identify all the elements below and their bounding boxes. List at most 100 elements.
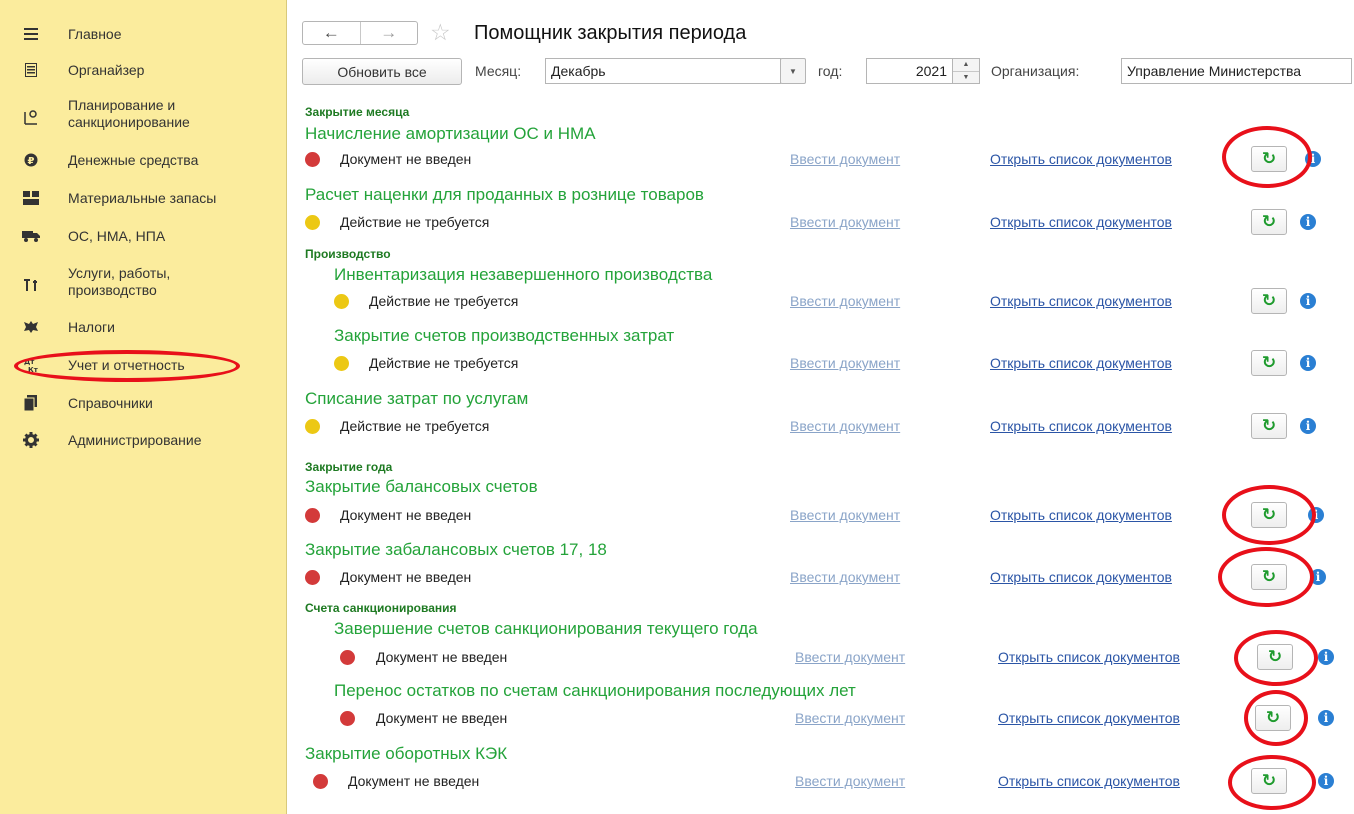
enter-document-link[interactable]: Ввести документ: [790, 418, 900, 434]
spin-down-icon[interactable]: ▼: [953, 72, 979, 84]
sidebar-item-money[interactable]: ₽ Денежные средства: [0, 151, 280, 169]
refresh-button[interactable]: ↻: [1251, 350, 1287, 376]
enter-document-link[interactable]: Ввести документ: [795, 649, 905, 665]
task-title[interactable]: Перенос остатков по счетам санкционирова…: [334, 681, 856, 701]
enter-document-link[interactable]: Ввести документ: [795, 773, 905, 789]
open-documents-list-link[interactable]: Открыть список документов: [998, 773, 1180, 789]
task-title[interactable]: Закрытие счетов производственных затрат: [334, 326, 674, 346]
task-title[interactable]: Списание затрат по услугам: [305, 389, 528, 409]
info-icon[interactable]: i: [1318, 773, 1334, 789]
refresh-icon: ↻: [1261, 149, 1277, 168]
refresh-icon: ↻: [1265, 708, 1281, 727]
sidebar-item-accounting[interactable]: Дт Кт Учет и отчетность: [0, 356, 280, 374]
refresh-icon: ↻: [1261, 212, 1277, 231]
refresh-icon: ↻: [1261, 771, 1277, 790]
organization-field[interactable]: Управление Министерства: [1121, 58, 1352, 84]
task-title[interactable]: Инвентаризация незавершенного производст…: [334, 265, 712, 285]
services-icon: [22, 276, 40, 294]
info-icon[interactable]: i: [1300, 214, 1316, 230]
enter-document-link[interactable]: Ввести документ: [790, 569, 900, 585]
refresh-button[interactable]: ↻: [1251, 288, 1287, 314]
task-status: Документ не введен: [376, 710, 508, 726]
task-title[interactable]: Начисление амортизации ОС и НМА: [305, 124, 596, 144]
svg-text:₽: ₽: [28, 156, 35, 167]
money-icon: ₽: [22, 151, 40, 169]
task-status: Действие не требуется: [369, 293, 519, 309]
task-title[interactable]: Расчет наценки для проданных в рознице т…: [305, 185, 704, 205]
section-year-closing: Закрытие года: [305, 460, 393, 474]
spin-up-icon[interactable]: ▲: [953, 59, 979, 72]
status-indicator: [334, 294, 349, 309]
open-documents-list-link[interactable]: Открыть список документов: [990, 418, 1172, 434]
info-icon[interactable]: i: [1300, 418, 1316, 434]
refresh-button[interactable]: ↻: [1251, 502, 1287, 528]
enter-document-link[interactable]: Ввести документ: [790, 507, 900, 523]
info-icon[interactable]: i: [1310, 569, 1326, 585]
gear-icon: [22, 431, 40, 449]
status-indicator: [340, 711, 355, 726]
open-documents-list-link[interactable]: Открыть список документов: [990, 151, 1172, 167]
task-status: Документ не введен: [340, 569, 472, 585]
forward-button[interactable]: →: [361, 22, 418, 44]
enter-document-link[interactable]: Ввести документ: [795, 710, 905, 726]
sidebar-item-label: Главное: [68, 25, 122, 42]
sidebar-item-services[interactable]: Услуги, работы, производство: [0, 264, 280, 300]
task-title[interactable]: Закрытие оборотных КЭК: [305, 744, 507, 764]
sidebar-item-organizer[interactable]: Органайзер: [0, 61, 280, 79]
back-button[interactable]: ←: [303, 22, 361, 44]
open-documents-list-link[interactable]: Открыть список документов: [990, 507, 1172, 523]
planning-icon: [22, 108, 40, 126]
open-documents-list-link[interactable]: Открыть список документов: [990, 214, 1172, 230]
refresh-button[interactable]: ↻: [1251, 209, 1287, 235]
sidebar-item-taxes[interactable]: Налоги: [0, 318, 280, 336]
task-title[interactable]: Завершение счетов санкционирования текущ…: [334, 619, 758, 639]
enter-document-link[interactable]: Ввести документ: [790, 293, 900, 309]
sidebar-item-label: Денежные средства: [68, 151, 199, 168]
enter-document-link[interactable]: Ввести документ: [790, 214, 900, 230]
info-icon[interactable]: i: [1300, 355, 1316, 371]
year-stepper[interactable]: ▲ ▼: [952, 58, 980, 84]
page-title: Помощник закрытия периода: [474, 22, 747, 44]
section-month-closing: Закрытие месяца: [305, 105, 410, 119]
refresh-button[interactable]: ↻: [1255, 705, 1291, 731]
open-documents-list-link[interactable]: Открыть список документов: [998, 649, 1180, 665]
section-sanctioning: Счета санкционирования: [305, 601, 457, 615]
status-indicator: [305, 152, 320, 167]
refresh-button[interactable]: ↻: [1257, 644, 1293, 670]
info-icon[interactable]: i: [1300, 293, 1316, 309]
sidebar-item-inventory[interactable]: Материальные запасы: [0, 189, 280, 207]
task-status: Действие не требуется: [369, 355, 519, 371]
sidebar-item-reference-books[interactable]: Справочники: [0, 394, 280, 412]
year-field[interactable]: 2021: [866, 58, 953, 84]
sidebar: Главное Органайзер Планирование и санкци…: [0, 0, 287, 814]
task-title[interactable]: Закрытие забалансовых счетов 17, 18: [305, 540, 607, 560]
info-icon[interactable]: i: [1318, 649, 1334, 665]
enter-document-link[interactable]: Ввести документ: [790, 355, 900, 371]
sidebar-item-planning[interactable]: Планирование и санкционирование: [0, 96, 280, 132]
sidebar-item-administration[interactable]: Администрирование: [0, 431, 280, 449]
refresh-button[interactable]: ↻: [1251, 768, 1287, 794]
open-documents-list-link[interactable]: Открыть список документов: [990, 569, 1172, 585]
enter-document-link[interactable]: Ввести документ: [790, 151, 900, 167]
refresh-button[interactable]: ↻: [1251, 413, 1287, 439]
open-documents-list-link[interactable]: Открыть список документов: [990, 355, 1172, 371]
refresh-button[interactable]: ↻: [1251, 146, 1287, 172]
open-documents-list-link[interactable]: Открыть список документов: [990, 293, 1172, 309]
task-title[interactable]: Закрытие балансовых счетов: [305, 477, 538, 497]
sidebar-item-fixed-assets[interactable]: ОС, НМА, НПА: [0, 227, 280, 245]
refresh-button[interactable]: ↻: [1251, 564, 1287, 590]
sidebar-item-label: Администрирование: [68, 431, 202, 448]
refresh-all-button[interactable]: Обновить все: [302, 58, 462, 85]
info-icon[interactable]: i: [1308, 507, 1324, 523]
chevron-down-icon: ▼: [789, 66, 797, 76]
info-icon[interactable]: i: [1305, 151, 1321, 167]
favorite-star-icon[interactable]: ☆: [430, 20, 451, 44]
info-icon[interactable]: i: [1318, 710, 1334, 726]
refresh-icon: ↻: [1261, 416, 1277, 435]
sidebar-item-main[interactable]: Главное: [0, 25, 280, 43]
month-dropdown-button[interactable]: ▼: [780, 58, 806, 84]
sidebar-item-label: ОС, НМА, НПА: [68, 227, 166, 244]
month-field[interactable]: Декабрь: [545, 58, 781, 84]
svg-text:Кт: Кт: [28, 366, 39, 373]
open-documents-list-link[interactable]: Открыть список документов: [998, 710, 1180, 726]
